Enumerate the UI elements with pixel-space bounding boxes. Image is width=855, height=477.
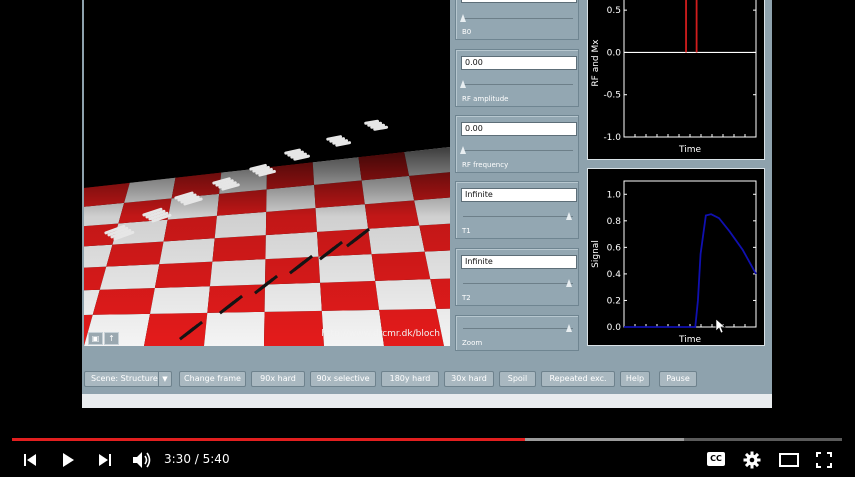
y-axis-label: RF and Mx [591, 39, 601, 87]
zoom-slider-thumb[interactable] [566, 324, 572, 332]
rf-amplitude-input[interactable]: 0.00 [461, 56, 577, 70]
b0-label: B0 [462, 28, 472, 36]
duration: 5:40 [202, 452, 230, 466]
y-tick-label: 0.0 [607, 48, 622, 58]
t2-label: T2 [462, 294, 471, 302]
y-tick-label: -0.5 [603, 91, 621, 101]
y-tick-label: 0.8 [607, 217, 622, 227]
panel-b0: B0 [455, 0, 579, 40]
rf-frequency-label: RF frequency [462, 161, 509, 169]
t1-input[interactable]: Infinite [461, 188, 577, 202]
rf-amplitude-label: RF amplitude [462, 95, 509, 103]
t2-slider-track[interactable] [463, 283, 573, 284]
rf-frequency-input[interactable]: 0.00 [461, 122, 577, 136]
current-time: 3:30 [164, 452, 191, 466]
y-axis-label: Signal [591, 240, 601, 268]
arrow-up-icon[interactable]: ↑ [104, 332, 119, 345]
b0-input[interactable] [461, 0, 577, 3]
y-tick-label: 0.0 [607, 323, 622, 333]
plot-frame [623, 180, 757, 328]
rf-amplitude-slider-thumb[interactable] [460, 80, 466, 88]
checkerboard-scene [84, 119, 450, 346]
fullscreen-icon[interactable] [816, 452, 832, 468]
next-icon[interactable] [97, 452, 113, 468]
repeated-exc-button[interactable]: Repeated exc. [541, 371, 615, 387]
series-line [624, 213, 757, 328]
b0-slider-track[interactable] [463, 18, 573, 19]
captions-icon[interactable]: CC [707, 452, 725, 466]
change-frame-button[interactable]: Change frame [179, 371, 246, 387]
zoom-label: Zoom [462, 339, 483, 347]
3d-scene-view[interactable]: http://www.drcmr.dk/bloch ▣ ↑ [84, 0, 450, 346]
url-watermark: http://www.drcmr.dk/bloch [321, 329, 440, 339]
rf-frequency-slider-track[interactable] [463, 150, 573, 151]
captions-label: CC [710, 454, 722, 463]
30x-hard-button[interactable]: 30x hard [444, 371, 494, 387]
settings-icon[interactable] [743, 451, 761, 469]
panel-t2: Infinite T2 [455, 248, 579, 306]
theater-mode-icon[interactable] [779, 453, 799, 467]
b0-slider-thumb[interactable] [460, 14, 466, 22]
help-button[interactable]: Help [620, 371, 650, 387]
y-tick-label: 0.4 [607, 270, 622, 280]
t2-input[interactable]: Infinite [461, 255, 577, 269]
panel-rf-frequency: 0.00 RF frequency [455, 115, 579, 173]
action-toolbar: Scene: Structure ▼ Change frame 90x hard 9… [82, 362, 772, 394]
panel-zoom: Zoom [455, 315, 579, 351]
y-tick-label: -1.0 [603, 133, 621, 143]
x-axis-label: Time [678, 145, 701, 155]
zoom-slider-track[interactable] [463, 328, 573, 329]
time-display: 3:30 / 5:40 [164, 452, 230, 466]
previous-icon[interactable] [22, 452, 38, 468]
t2-slider-thumb[interactable] [566, 279, 572, 287]
180y-hard-button[interactable]: 180y hard [381, 371, 439, 387]
90x-hard-button[interactable]: 90x hard [251, 371, 305, 387]
plot-frame [623, 0, 757, 138]
mouse-cursor-icon [715, 318, 726, 334]
bloch-simulator-window: http://www.drcmr.dk/bloch ▣ ↑ B0 0.00 RF a… [82, 0, 772, 408]
rf-frequency-slider-thumb[interactable] [460, 146, 466, 154]
scene-select-label: Scene: Structure [91, 374, 158, 383]
panel-t1: Infinite T1 [455, 181, 579, 239]
lock-icon[interactable]: ▣ [88, 332, 103, 345]
play-icon[interactable] [59, 451, 77, 469]
progress-played [12, 438, 525, 441]
status-strip [82, 394, 772, 408]
panel-rf-amplitude: 0.00 RF amplitude [455, 49, 579, 107]
x-axis-label: Time [678, 335, 701, 345]
spoil-button[interactable]: Spoil [499, 371, 536, 387]
t1-slider-track[interactable] [463, 216, 573, 217]
pause-button[interactable]: Pause [659, 371, 697, 387]
volume-icon[interactable] [132, 451, 152, 469]
t1-slider-thumb[interactable] [566, 212, 572, 220]
chevron-down-icon: ▼ [158, 372, 171, 386]
y-tick-label: 0.6 [607, 243, 622, 253]
signal-plot: 1.0 0.8 0.6 0.4 0.2 0.0 Time Signal [587, 168, 765, 346]
scene-select[interactable]: Scene: Structure ▼ [84, 371, 172, 387]
90x-selective-button[interactable]: 90x selective [310, 371, 376, 387]
t1-label: T1 [462, 227, 471, 235]
rf-mx-plot: 0.5 0.0 -0.5 -1.0 Time RF and Mx [587, 0, 765, 160]
time-separator: / [190, 452, 203, 466]
y-tick-label: 1.0 [607, 190, 622, 200]
y-tick-label: 0.5 [607, 6, 621, 16]
rf-amplitude-slider-track[interactable] [463, 84, 573, 85]
y-tick-label: 0.2 [607, 296, 621, 306]
